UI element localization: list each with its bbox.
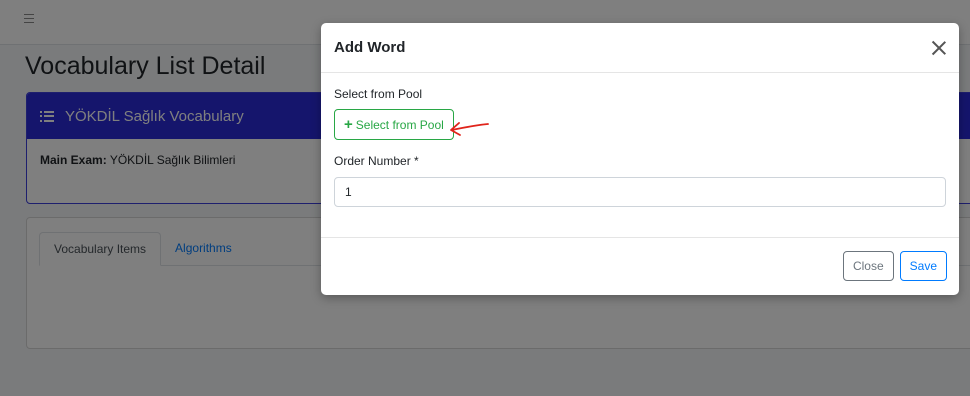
modal-title: Add Word (334, 39, 406, 56)
modal-body: Select from Pool + Select from Pool Orde… (321, 73, 959, 238)
select-from-pool-button[interactable]: + Select from Pool (334, 109, 454, 140)
order-number-input[interactable] (334, 177, 946, 207)
modal-footer: Close Save (321, 238, 959, 294)
modal-header: Add Word (321, 23, 959, 73)
pool-label: Select from Pool (334, 87, 423, 101)
order-number-label: Order Number * (334, 154, 419, 168)
annotation-arrow-icon (450, 122, 489, 136)
plus-icon: + (344, 116, 353, 133)
select-from-pool-label: Select from Pool (355, 117, 444, 132)
close-button[interactable]: Close (842, 251, 894, 281)
save-button[interactable]: Save (899, 251, 947, 281)
add-word-modal: Add Word Select from Pool + Select from … (321, 23, 959, 295)
close-icon[interactable] (931, 40, 947, 56)
